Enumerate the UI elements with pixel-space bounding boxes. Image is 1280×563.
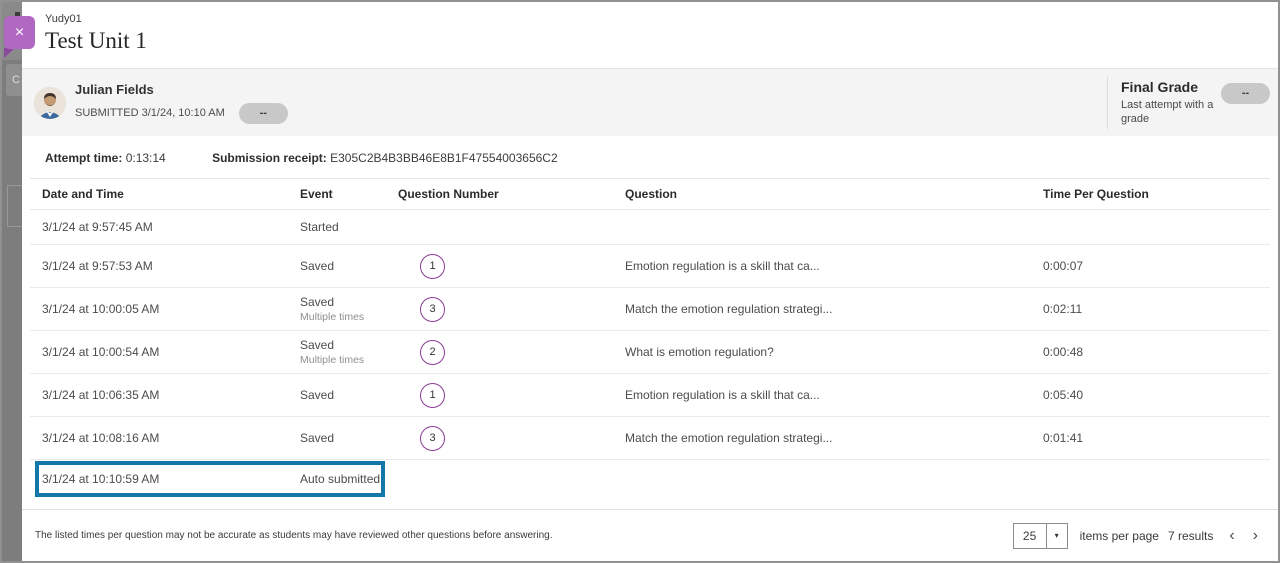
panel-footer: The listed times per question may not be…: [22, 509, 1278, 561]
next-page-button[interactable]: ›: [1247, 528, 1264, 544]
page-backdrop: C: [2, 2, 22, 561]
cell-event: Auto submitted: [300, 472, 398, 486]
chevron-right-icon: ›: [1253, 527, 1258, 544]
cell-time: 0:00:48: [1043, 345, 1270, 359]
event-table-header: Date and Time Event Question Number Ques…: [30, 178, 1270, 210]
cell-event: Saved Multiple times: [300, 338, 398, 366]
question-number-badge: 3: [420, 297, 445, 322]
question-number-badge: 1: [420, 254, 445, 279]
final-grade-pill[interactable]: --: [1221, 83, 1270, 104]
cell-datetime: 3/1/24 at 10:06:35 AM: [42, 388, 300, 402]
cell-time: 0:05:40: [1043, 388, 1270, 402]
cell-question: Emotion regulation is a skill that ca...: [625, 388, 1043, 402]
question-number-badge: 3: [420, 426, 445, 451]
results-count: 7 results: [1168, 529, 1213, 543]
event-table-row[interactable]: 3/1/24 at 10:06:35 AM Saved 1 Emotion re…: [30, 374, 1270, 417]
close-panel-button[interactable]: ×: [4, 16, 35, 49]
event-table-body: 3/1/24 at 9:57:45 AM Started 3/1/24 at 9…: [22, 210, 1278, 498]
event-sublabel: Multiple times: [300, 311, 398, 323]
cell-question: Match the emotion regulation strategi...: [625, 431, 1043, 445]
submission-status: SUBMITTED 3/1/24, 10:10 AM --: [75, 103, 288, 124]
event-table-row[interactable]: 3/1/24 at 10:00:05 AM Saved Multiple tim…: [30, 288, 1270, 331]
cell-event: Saved: [300, 388, 398, 402]
cell-event: Saved: [300, 431, 398, 445]
attempt-meta: Attempt time: 0:13:14 Submission receipt…: [22, 136, 1278, 178]
backdrop-course-chip: C: [6, 64, 22, 96]
submission-receipt-value: E305C2B4B3BB46E8B1F47554003656C2: [330, 151, 558, 165]
event-table-row[interactable]: 3/1/24 at 10:08:16 AM Saved 3 Match the …: [30, 417, 1270, 460]
pagination: 25 ▾ items per page 7 results ‹ ›: [1013, 523, 1264, 549]
student-name: Julian Fields: [75, 82, 288, 97]
final-grade-section: Final Grade Last attempt with a grade --: [1107, 77, 1278, 129]
course-code: Yudy01: [45, 13, 1278, 25]
cell-datetime: 3/1/24 at 10:00:05 AM: [42, 302, 300, 316]
question-number-badge: 1: [420, 383, 445, 408]
attempt-time-value: 0:13:14: [126, 151, 166, 165]
col-header-date-time: Date and Time: [42, 187, 300, 201]
cell-question-number: 1: [398, 383, 625, 408]
event-label: Saved: [300, 431, 398, 445]
cell-time: 0:00:07: [1043, 259, 1270, 273]
submission-receipt-label: Submission receipt:: [212, 151, 327, 165]
cell-question: What is emotion regulation?: [625, 345, 1043, 359]
event-table-row[interactable]: 3/1/24 at 10:00:54 AM Saved Multiple tim…: [30, 331, 1270, 374]
footer-note: The listed times per question may not be…: [35, 530, 553, 541]
cell-question-number: 2: [398, 340, 625, 365]
attempt-log-panel: Yudy01 Test Unit 1 Julian Fields SUBMITT…: [22, 2, 1278, 561]
event-table-row[interactable]: 3/1/24 at 9:57:53 AM Saved 1 Emotion reg…: [30, 245, 1270, 288]
question-number-badge: 2: [420, 340, 445, 365]
cell-event: Saved: [300, 259, 398, 273]
cell-event: Started: [300, 220, 398, 234]
submitted-label: SUBMITTED 3/1/24, 10:10 AM: [75, 107, 225, 119]
attempt-grade-pill[interactable]: --: [239, 103, 288, 124]
final-grade-subtitle: Last attempt with a grade: [1121, 98, 1215, 128]
attempt-log-screen: C × Yudy01 Test Unit 1 Julian Fi: [0, 0, 1280, 563]
cell-time: 0:02:11: [1043, 302, 1270, 316]
caret-down-icon: ▾: [1046, 524, 1067, 548]
page-size-select[interactable]: 25 ▾: [1013, 523, 1068, 549]
event-label: Saved: [300, 338, 398, 352]
col-header-question: Question: [625, 187, 1043, 201]
cell-datetime: 3/1/24 at 9:57:53 AM: [42, 259, 300, 273]
final-grade-title: Final Grade: [1121, 79, 1215, 95]
cell-question-number: 3: [398, 297, 625, 322]
cell-time: 0:01:41: [1043, 431, 1270, 445]
student-avatar: [34, 87, 66, 119]
cell-datetime: 3/1/24 at 9:57:45 AM: [42, 220, 300, 234]
event-label: Saved: [300, 388, 398, 402]
col-header-event: Event: [300, 187, 398, 201]
student-summary-band: Julian Fields SUBMITTED 3/1/24, 10:10 AM…: [22, 69, 1278, 136]
cell-question: Match the emotion regulation strategi...: [625, 302, 1043, 316]
panel-header: Yudy01 Test Unit 1: [22, 2, 1278, 69]
cell-question-number: 1: [398, 254, 625, 279]
previous-page-button[interactable]: ‹: [1223, 528, 1240, 544]
cell-event: Saved Multiple times: [300, 295, 398, 323]
event-table-row[interactable]: 3/1/24 at 9:57:45 AM Started: [30, 210, 1270, 245]
event-table-row[interactable]: 3/1/24 at 10:10:59 AM Auto submitted: [30, 460, 1270, 498]
event-label: Started: [300, 220, 398, 234]
event-label: Auto submitted: [300, 472, 398, 486]
attempt-time-label: Attempt time:: [45, 151, 122, 165]
backdrop-button-outline: [7, 185, 22, 227]
cell-datetime: 3/1/24 at 10:08:16 AM: [42, 431, 300, 445]
close-button-fold: [4, 48, 15, 58]
final-grade-text: Final Grade Last attempt with a grade: [1121, 79, 1215, 128]
col-header-question-number: Question Number: [398, 187, 625, 201]
cell-datetime: 3/1/24 at 10:10:59 AM: [42, 472, 300, 486]
student-info: Julian Fields SUBMITTED 3/1/24, 10:10 AM…: [75, 82, 288, 124]
items-per-page-label: items per page: [1080, 529, 1159, 543]
cell-question: Emotion regulation is a skill that ca...: [625, 259, 1043, 273]
page-size-value: 25: [1014, 524, 1046, 548]
chevron-left-icon: ‹: [1229, 527, 1234, 544]
page-title: Test Unit 1: [45, 28, 1278, 54]
event-label: Saved: [300, 295, 398, 309]
event-label: Saved: [300, 259, 398, 273]
event-sublabel: Multiple times: [300, 354, 398, 366]
close-icon: ×: [15, 24, 24, 41]
cell-datetime: 3/1/24 at 10:00:54 AM: [42, 345, 300, 359]
cell-question-number: 3: [398, 426, 625, 451]
col-header-time-per-question: Time Per Question: [1043, 187, 1270, 201]
